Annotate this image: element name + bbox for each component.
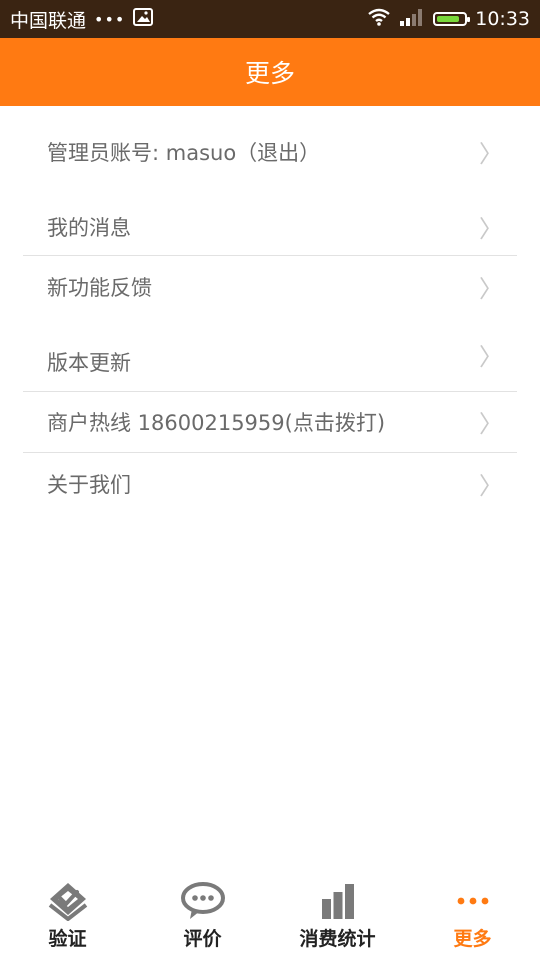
chevron-right-icon: 〉 [479,274,503,303]
status-bar: 中国联通 ••• 10:33 [0,0,540,38]
menu-item-label: 关于我们 [47,473,131,497]
menu-item-label: 商户热线 18600215959(点击拨打) [47,411,386,435]
status-right: 10:33 [367,8,530,31]
status-time: 10:33 [475,8,530,30]
menu-item-merchant-hotline[interactable]: 商户热线 18600215959(点击拨打) 〉 [23,392,517,453]
chevron-right-icon: 〉 [479,409,503,438]
battery-level-fill [437,16,460,22]
menu-item-version-update[interactable]: 版本更新 〉 [23,318,517,392]
nav-item-label: 评价 [183,928,222,950]
carrier-name: 中国联通 [10,9,87,32]
wifi-icon [367,8,391,31]
chevron-right-icon: 〉 [479,471,503,500]
page-title: 更多 [244,59,295,88]
nav-item-label: 消费统计 [299,928,376,950]
menu-item-about-us[interactable]: 关于我们 〉 [23,453,517,515]
check-diamond-icon [45,878,91,924]
bar-chart-icon [315,878,361,924]
menu-item-label: 管理员账号: masuo（退出） [47,141,321,165]
status-left: 中国联通 ••• [10,6,154,33]
menu-item-label: 我的消息 [47,215,131,240]
menu-item-my-messages[interactable]: 我的消息 〉 [23,198,517,256]
nav-item-reviews[interactable]: 评价 [135,868,270,960]
more-dots-icon [450,878,496,924]
menu-list: 管理员账号: masuo（退出） 〉 我的消息 〉 新功能反馈 〉 版本更新 〉… [0,106,540,515]
nav-item-label: 验证 [48,928,87,950]
menu-item-feedback[interactable]: 新功能反馈 〉 [23,256,517,318]
chevron-right-icon: 〉 [479,139,503,168]
signal-strength-icon [399,8,425,31]
title-bar: 更多 [0,38,540,106]
nav-item-label: 更多 [453,928,492,950]
chevron-right-icon: 〉 [479,342,503,371]
bottom-nav: 验证 评价 消费统计 更多 [0,868,540,960]
notification-dots: ••• [94,9,126,29]
chat-bubble-icon [180,878,226,924]
menu-item-admin-account[interactable]: 管理员账号: masuo（退出） 〉 [23,106,517,198]
menu-item-label: 新功能反馈 [47,276,152,300]
nav-item-verify[interactable]: 验证 [0,868,135,960]
nav-item-more[interactable]: 更多 [405,868,540,960]
menu-item-label: 版本更新 [47,350,131,375]
gallery-notification-icon [133,7,154,31]
chevron-right-icon: 〉 [479,214,503,243]
battery-icon [433,12,471,26]
nav-item-consumption-stats[interactable]: 消费统计 [270,868,405,960]
